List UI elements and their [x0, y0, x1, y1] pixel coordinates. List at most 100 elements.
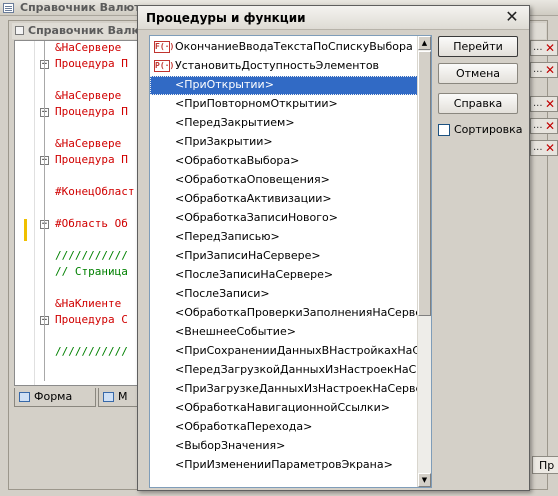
- code-line: ///////////: [55, 249, 128, 262]
- background-button[interactable]: Пр: [532, 456, 558, 474]
- list-item-label: <ОбработкаАктивизации>: [175, 192, 332, 205]
- tab-form[interactable]: Форма: [14, 388, 96, 407]
- code-line: Процедура П: [55, 105, 128, 118]
- code-editor[interactable]: &НаСервереПроцедура П+&НаСервереПроцедур…: [14, 40, 139, 386]
- code-line: &НаКлиенте: [55, 297, 122, 310]
- scrollbar-thumb[interactable]: [418, 51, 431, 316]
- list-item-label: <ПослеЗаписи>: [175, 287, 270, 300]
- list-item-label: <ПриОткрытии>: [175, 78, 274, 91]
- list-item-label: <ПриЗакрытии>: [175, 135, 273, 148]
- list-item[interactable]: <ОбработкаНавигационнойСсылки>: [150, 399, 418, 418]
- code-line: &НаСервере: [55, 137, 122, 150]
- clear-icon: ✕: [545, 41, 556, 55]
- editor-gutter: [15, 41, 35, 385]
- attribute-row[interactable]: ... ✕: [530, 118, 558, 134]
- module-icon: [15, 26, 24, 35]
- clear-icon: ✕: [545, 63, 556, 77]
- procedures-list[interactable]: F(·) ОкончаниеВводаТекстаПоСпискуВыбора P(…: [149, 35, 432, 488]
- clear-icon: ✕: [545, 97, 556, 111]
- list-item-label: <ОбработкаНавигационнойСсылки>: [175, 401, 390, 414]
- list-item[interactable]: <ОбработкаПерехода>: [150, 418, 418, 437]
- code-line: ///////////: [55, 345, 128, 358]
- code-line: Процедура С: [55, 313, 128, 326]
- list-item[interactable]: <ОбработкаВыбора>: [150, 152, 418, 171]
- code-line: // Страница: [55, 265, 128, 278]
- code-line: Процедура П: [55, 57, 128, 70]
- list-item[interactable]: P(·) УстановитьДоступностьЭлементов: [150, 57, 418, 76]
- code-line: &НаСервере: [55, 89, 122, 102]
- list-item[interactable]: <ПередЗаписью>: [150, 228, 418, 247]
- list-item[interactable]: F(·) ОкончаниеВводаТекстаПоСпискуВыбора: [150, 38, 418, 57]
- module-tab-icon: [103, 392, 114, 402]
- dialog-titlebar: Процедуры и функции ✕: [138, 6, 529, 30]
- sort-checkbox[interactable]: [438, 124, 450, 136]
- list-item-label: <ОбработкаПерехода>: [175, 420, 313, 433]
- list-item[interactable]: <ПередЗакрытием>: [150, 114, 418, 133]
- list-item-label: <ПриСохраненииДанныхВНастройкахНаСер...: [175, 344, 418, 357]
- list-item[interactable]: <ПриЗакрытии>: [150, 133, 418, 152]
- list-item-label: ОкончаниеВводаТекстаПоСпискуВыбора: [175, 40, 413, 53]
- procedures-dialog: Процедуры и функции ✕ F(·) ОкончаниеВвода…: [137, 5, 530, 491]
- list-item-label: <ПриПовторномОткрытии>: [175, 97, 338, 110]
- help-button[interactable]: Справка: [438, 93, 518, 114]
- list-item-label: <ПередЗаписью>: [175, 230, 280, 243]
- list-item[interactable]: <ПриПовторномОткрытии>: [150, 95, 418, 114]
- list-item[interactable]: <ПриСохраненииДанныхВНастройкахНаСер...: [150, 342, 418, 361]
- attributes-panel-strip: ... ✕ ... ✕ ... ✕ ... ✕ ... ✕: [528, 40, 558, 490]
- attribute-row[interactable]: ... ✕: [530, 140, 558, 156]
- list-item-label: <ОбработкаПроверкиЗаполненияНаСервере>: [175, 306, 418, 319]
- procedure-icon: P(·): [154, 60, 175, 72]
- list-item-label: <ПриИзмененииПараметровЭкрана>: [175, 458, 393, 471]
- attribute-row[interactable]: ... ✕: [530, 40, 558, 56]
- dialog-title: Процедуры и функции: [146, 11, 306, 25]
- code-line: #Область Об: [55, 217, 128, 230]
- cancel-button[interactable]: Отмена: [438, 63, 518, 84]
- list-item-label: УстановитьДоступностьЭлементов: [175, 59, 380, 72]
- list-item-label: <ОбработкаОповещения>: [175, 173, 330, 186]
- form-icon: [19, 392, 30, 402]
- list-item-label: <ВнешнееСобытие>: [175, 325, 296, 338]
- list-item-label: <ПередЗакрытием>: [175, 116, 295, 129]
- list-item[interactable]: <ПриЗагрузкеДанныхИзНастроекНаСервер...: [150, 380, 418, 399]
- list-item-label: <ПередЗагрузкойДанныхИзНастроекНаСерв...: [175, 363, 418, 376]
- list-item[interactable]: <ВыборЗначения>: [150, 437, 418, 456]
- list-item[interactable]: <ПослеЗаписи>: [150, 285, 418, 304]
- list-item-label: <ПриЗаписиНаСервере>: [175, 249, 321, 262]
- list-item[interactable]: <ПередЗагрузкойДанныхИзНастроекНаСерв...: [150, 361, 418, 380]
- list-item[interactable]: <ПриЗаписиНаСервере>: [150, 247, 418, 266]
- form-module-tabs: Форма М: [14, 388, 141, 408]
- attribute-row[interactable]: ... ✕: [530, 96, 558, 112]
- list-item[interactable]: <ПриИзмененииПараметровЭкрана>: [150, 456, 418, 475]
- list-item-label: <ПриЗагрузкеДанныхИзНастроекНаСервер...: [175, 382, 418, 395]
- tab-module-label: М: [118, 390, 128, 403]
- close-icon[interactable]: ✕: [503, 8, 521, 26]
- list-item-selected[interactable]: <ПриОткрытии>: [150, 76, 418, 95]
- code-line: #КонецОбласт: [55, 185, 135, 198]
- module-window-title: Справочник Валют: [28, 24, 149, 37]
- clear-icon: ✕: [545, 141, 556, 155]
- tab-module[interactable]: М: [98, 388, 140, 407]
- list-item-label: <ВыборЗначения>: [175, 439, 286, 452]
- background-window-title: Справочник Валют: [20, 1, 141, 14]
- tab-form-label: Форма: [34, 390, 73, 403]
- list-scrollbar[interactable]: ▲ ▼: [417, 36, 431, 487]
- function-icon: F(·): [154, 41, 175, 53]
- clear-icon: ✕: [545, 119, 556, 133]
- list-item[interactable]: <ПослеЗаписиНаСервере>: [150, 266, 418, 285]
- go-button[interactable]: Перейти: [438, 36, 518, 57]
- attribute-row[interactable]: ... ✕: [530, 62, 558, 78]
- sort-checkbox-label: Сортировка: [454, 123, 523, 136]
- catalog-icon: [3, 3, 14, 13]
- scroll-up-icon[interactable]: ▲: [418, 36, 431, 50]
- scroll-down-icon[interactable]: ▼: [418, 473, 431, 487]
- code-line: Процедура П: [55, 153, 128, 166]
- list-item[interactable]: <ВнешнееСобытие>: [150, 323, 418, 342]
- list-item[interactable]: <ОбработкаЗаписиНового>: [150, 209, 418, 228]
- list-item[interactable]: <ОбработкаОповещения>: [150, 171, 418, 190]
- list-item[interactable]: <ОбработкаАктивизации>: [150, 190, 418, 209]
- list-item-label: <ОбработкаВыбора>: [175, 154, 300, 167]
- list-item-label: <ОбработкаЗаписиНового>: [175, 211, 338, 224]
- list-item-label: <ПослеЗаписиНаСервере>: [175, 268, 334, 281]
- list-item[interactable]: <ОбработкаПроверкиЗаполненияНаСервере>: [150, 304, 418, 323]
- code-line: &НаСервере: [55, 41, 122, 54]
